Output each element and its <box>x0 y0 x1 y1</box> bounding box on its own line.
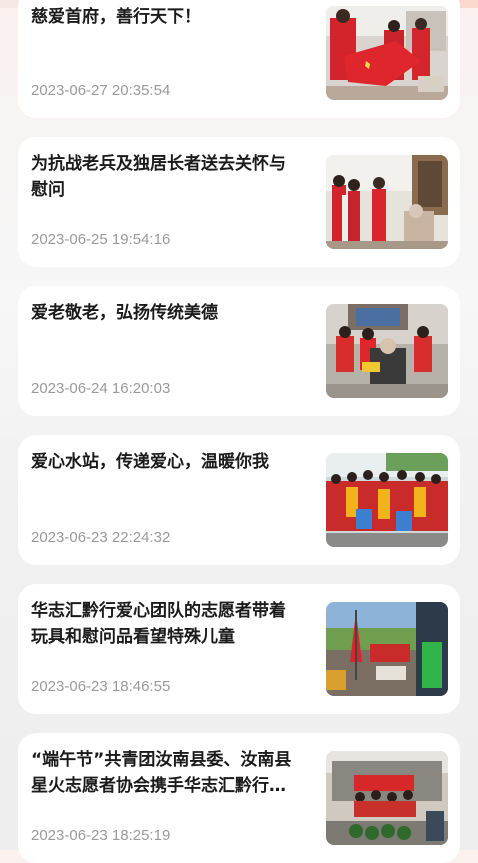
article-card[interactable]: 为抗战老兵及独居长者送去关怀与慰问 2023-06-25 19:54:16 <box>18 137 460 267</box>
group-with-elder-couple-photo <box>326 304 448 398</box>
article-card[interactable]: 华志汇黔行爱心团队的志愿者带着玩具和慰问品看望特殊儿童 2023-06-23 1… <box>18 584 460 714</box>
article-thumbnail <box>326 751 448 845</box>
article-title: 慈爱首府，善行天下！ <box>31 7 201 27</box>
outdoor-tent-flag-photo <box>326 602 448 696</box>
volunteers-red-flag-photo <box>326 6 448 100</box>
article-thumbnail <box>326 602 448 696</box>
article-date: 2023-06-24 16:20:03 <box>31 380 171 397</box>
article-title: 爱老敬老，弘扬传统美德 <box>31 303 218 323</box>
article-date: 2023-06-23 18:46:55 <box>31 678 171 695</box>
article-date: 2023-06-27 20:35:54 <box>31 82 171 99</box>
article-thumbnail <box>326 453 448 547</box>
article-card[interactable]: 爱心水站，传递爱心，温暖你我 2023-06-23 22:24:32 <box>18 435 460 565</box>
article-card[interactable]: 慈爱首府，善行天下！ 2023-06-27 20:35:54 <box>18 0 460 118</box>
volunteers-visiting-elder-photo <box>326 155 448 249</box>
article-thumbnail <box>326 304 448 398</box>
article-card[interactable]: “端午节”共青团汝南县委、汝南县星火志愿者协会携手华志汇黔行爱心团队开展活动 2… <box>18 733 460 863</box>
article-title: “端午节”共青团汝南县委、汝南县星火志愿者协会携手华志汇黔行爱心团队开展活动 <box>31 750 292 796</box>
watermelon-banner-photo <box>326 751 448 845</box>
article-thumbnail <box>326 155 448 249</box>
water-station-crowd-photo <box>326 453 448 547</box>
article-title: 为抗战老兵及独居长者送去关怀与慰问 <box>31 154 286 200</box>
article-thumbnail <box>326 6 448 100</box>
article-title: 华志汇黔行爱心团队的志愿者带着玩具和慰问品看望特殊儿童 <box>31 601 286 647</box>
article-title: 爱心水站，传递爱心，温暖你我 <box>31 452 269 472</box>
article-card[interactable]: 爱老敬老，弘扬传统美德 2023-06-24 16:20:03 <box>18 286 460 416</box>
article-date: 2023-06-23 22:24:32 <box>31 529 171 546</box>
article-date: 2023-06-23 18:25:19 <box>31 827 171 844</box>
article-date: 2023-06-25 19:54:16 <box>31 231 171 248</box>
